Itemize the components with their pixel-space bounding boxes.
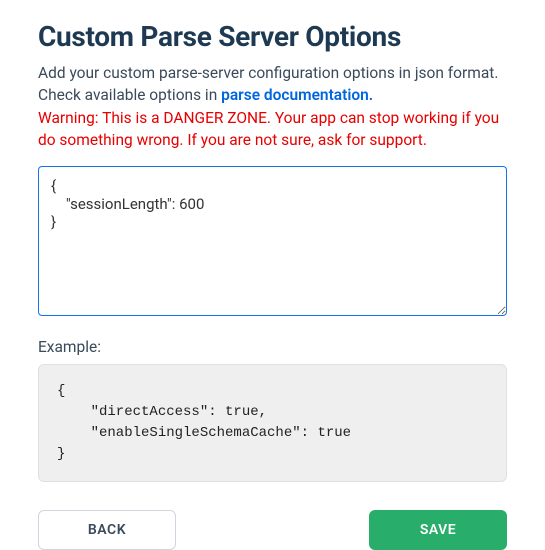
page-title: Custom Parse Server Options: [38, 20, 507, 53]
description-text: Add your custom parse-server configurati…: [38, 63, 507, 106]
example-label: Example:: [38, 338, 507, 356]
button-row: BACK SAVE: [38, 510, 507, 550]
config-json-input[interactable]: [38, 166, 507, 316]
warning-text: Warning: This is a DANGER ZONE. Your app…: [38, 108, 507, 151]
back-button[interactable]: BACK: [38, 510, 176, 550]
example-code-block: { "directAccess": true, "enableSingleSch…: [38, 364, 507, 482]
save-button[interactable]: SAVE: [369, 510, 507, 550]
parse-documentation-link[interactable]: parse documentation.: [221, 86, 373, 104]
